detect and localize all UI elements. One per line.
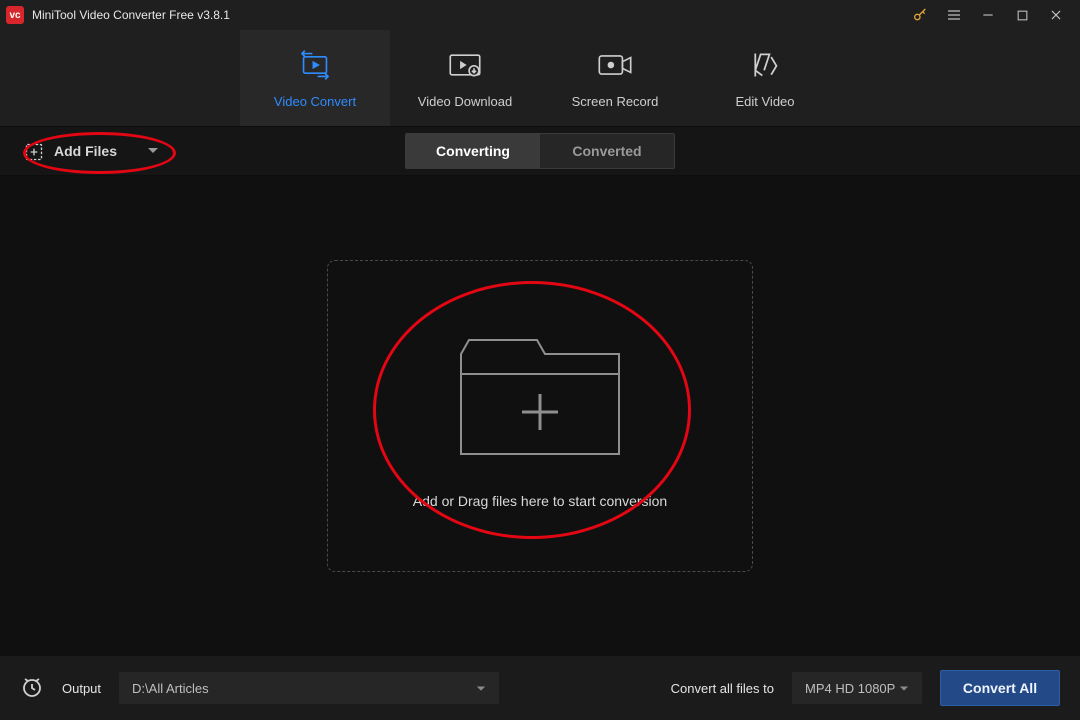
tab-edit-video[interactable]: Edit Video [690,30,840,126]
app-title: MiniTool Video Converter Free v3.8.1 [32,8,230,22]
stage: Add or Drag files here to start conversi… [0,176,1080,656]
chevron-down-icon [899,681,909,696]
output-format-select[interactable]: MP4 HD 1080P [792,672,922,704]
download-icon [447,48,483,82]
minimize-button[interactable] [980,7,996,23]
menu-icon[interactable] [946,7,962,23]
convert-all-to-label: Convert all files to [671,681,774,696]
tab-converted[interactable]: Converted [540,134,674,168]
convert-status-tabs: Converting Converted [405,133,675,169]
output-path-value: D:\All Articles [132,681,209,696]
close-button[interactable] [1048,7,1064,23]
footer: Output D:\All Articles Convert all files… [0,656,1080,720]
convert-icon [297,48,333,82]
tab-video-convert[interactable]: Video Convert [240,30,390,126]
chevron-down-icon [147,143,159,159]
tab-screen-record[interactable]: Screen Record [540,30,690,126]
title-bar: vc MiniTool Video Converter Free v3.8.1 [0,0,1080,30]
main-nav: Video Convert Video Download [0,30,1080,126]
folder-plus-icon [455,324,625,469]
add-files-button[interactable]: Add Files [14,142,159,160]
toolbar: Add Files Converting Converted [0,126,1080,176]
output-label: Output [62,681,101,696]
nav-label: Edit Video [735,94,794,109]
drop-zone-message: Add or Drag files here to start conversi… [413,493,667,509]
tab-converting[interactable]: Converting [406,134,540,168]
output-format-value: MP4 HD 1080P [805,681,895,696]
tab-video-download[interactable]: Video Download [390,30,540,126]
add-files-label: Add Files [54,143,117,159]
convert-all-button[interactable]: Convert All [940,670,1060,706]
key-icon[interactable] [912,7,928,23]
drop-zone[interactable]: Add or Drag files here to start conversi… [327,260,753,572]
nav-label: Video Download [418,94,512,109]
record-icon [596,48,634,82]
output-path-select[interactable]: D:\All Articles [119,672,499,704]
app-logo: vc [6,6,24,24]
chevron-down-icon [476,681,486,696]
nav-label: Screen Record [572,94,659,109]
edit-icon [750,48,780,82]
maximize-button[interactable] [1014,7,1030,23]
clock-icon[interactable] [20,675,44,702]
nav-label: Video Convert [274,94,356,109]
add-file-icon [24,142,42,160]
